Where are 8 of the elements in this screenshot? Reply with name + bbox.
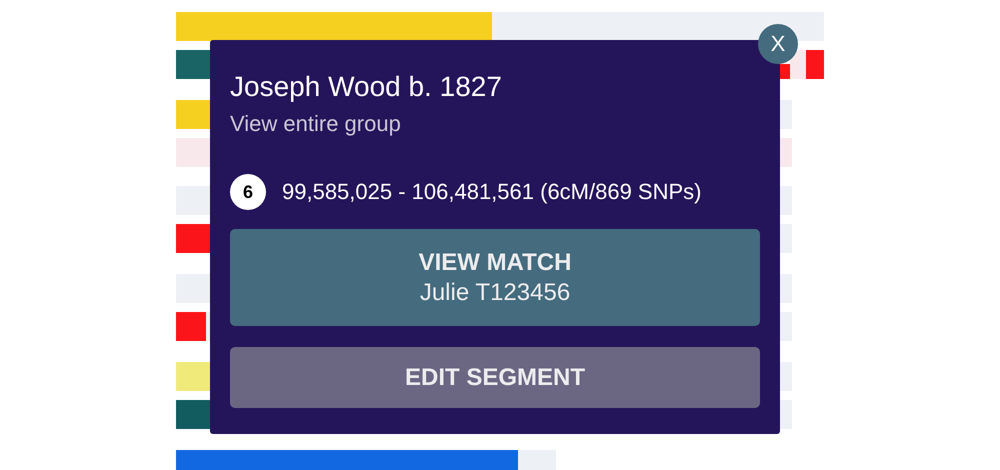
chromosome-badge: 6 [230, 174, 266, 210]
segment-range: 99,585,025 - 106,481,561 (6cM/869 SNPs) [282, 179, 702, 205]
popup-title: Joseph Wood b. 1827 [230, 70, 503, 104]
track-bar [790, 50, 806, 79]
view-match-button[interactable]: VIEW MATCH Julie T123456 [230, 229, 760, 326]
segment-bar[interactable] [176, 12, 492, 41]
group-link[interactable]: View entire group [230, 110, 760, 138]
edit-segment-button[interactable]: EDIT SEGMENT [230, 347, 760, 408]
